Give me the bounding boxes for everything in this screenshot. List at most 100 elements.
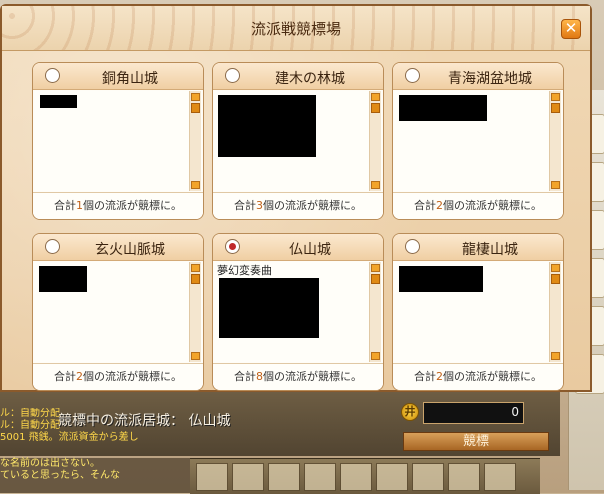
scroll-thumb[interactable] — [371, 274, 380, 284]
castle-name: 仏山城 — [289, 242, 331, 258]
bid-count-text: 合計3個の流派が競標に。 — [213, 192, 383, 219]
chat-line: ていると思ったら、そんな — [0, 470, 120, 481]
coin-icon: 井 — [401, 403, 419, 421]
scroll-down-button[interactable] — [191, 352, 200, 360]
castle-card[interactable]: 龍棲山城 合計2個の流派が競標に。 — [392, 233, 564, 391]
redacted-guild — [218, 95, 316, 157]
castle-card-header[interactable]: 銅角山城 — [33, 63, 203, 90]
castle-card-header[interactable]: 玄火山脈城 — [33, 234, 203, 261]
castle-radio[interactable] — [405, 239, 420, 254]
bid-count-text: 合計8個の流派が競標に。 — [213, 363, 383, 390]
hotbar-slot[interactable] — [340, 463, 372, 491]
scrollbar[interactable] — [189, 91, 201, 191]
castle-card[interactable]: 玄火山脈城 合計2個の流派が競標に。 — [32, 233, 204, 391]
scroll-thumb[interactable] — [551, 274, 560, 284]
redacted-guild — [39, 266, 87, 292]
close-button[interactable]: ✕ — [561, 19, 581, 39]
title-bar[interactable]: 流派戦競標場 ✕ — [2, 6, 590, 51]
guild-list — [395, 91, 549, 191]
hotbar-slot[interactable] — [232, 463, 264, 491]
scroll-down-button[interactable] — [371, 352, 380, 360]
scroll-thumb[interactable] — [191, 274, 200, 284]
footer-prefix: 合計 — [54, 199, 76, 212]
footer-suffix: 個の流派が競標に。 — [263, 370, 362, 383]
footer-suffix: 個の流派が競標に。 — [83, 199, 182, 212]
footer-suffix: 個の流派が競標に。 — [263, 199, 362, 212]
hotbar-slot[interactable] — [484, 463, 516, 491]
chat-line: な名前のは出さない。 — [0, 458, 100, 469]
scrollbar[interactable] — [549, 262, 561, 362]
hotbar-slot[interactable] — [376, 463, 408, 491]
castle-card-header[interactable]: 青海湖盆地城 — [393, 63, 563, 90]
bid-button[interactable]: 競標 — [403, 432, 549, 451]
castle-card-header[interactable]: 龍棲山城 — [393, 234, 563, 261]
chat-line: ル：自動分配 — [0, 420, 60, 431]
hotbar-slot[interactable] — [196, 463, 228, 491]
bid-count: 2 — [76, 370, 83, 383]
chat-log: ル：自動分配 ル：自動分配 5001 飛銭。流派資金から差し な名前のは出さない… — [0, 408, 185, 493]
castle-radio[interactable] — [405, 68, 420, 83]
castle-name: 建木の林城 — [275, 71, 345, 87]
bid-count-text: 合計2個の流派が競標に。 — [33, 363, 203, 390]
hotbar-slot[interactable] — [268, 463, 300, 491]
scrollbar[interactable] — [189, 262, 201, 362]
footer-suffix: 個の流派が競標に。 — [83, 370, 182, 383]
scroll-up-button[interactable] — [371, 93, 380, 101]
scroll-down-button[interactable] — [191, 181, 200, 189]
castle-card[interactable]: 銅角山城 合計1個の流派が競標に。 — [32, 62, 204, 220]
guild-list: 夢幻変奏曲 — [215, 262, 369, 362]
castle-name: 玄火山脈城 — [95, 242, 165, 258]
guild-list — [35, 262, 189, 362]
scrollbar[interactable] — [369, 262, 381, 362]
castle-radio[interactable] — [45, 68, 60, 83]
bid-count-text: 合計2個の流派が競標に。 — [393, 192, 563, 219]
redacted-guild — [399, 95, 487, 121]
castle-radio-selected[interactable] — [225, 239, 240, 254]
hotbar-slot[interactable] — [412, 463, 444, 491]
footer-prefix: 合計 — [234, 199, 256, 212]
scroll-up-button[interactable] — [551, 264, 560, 272]
scroll-thumb[interactable] — [371, 103, 380, 113]
castle-card-header[interactable]: 建木の林城 — [213, 63, 383, 90]
castle-card[interactable]: 青海湖盆地城 合計2個の流派が競標に。 — [392, 62, 564, 220]
bid-count-text: 合計2個の流派が競標に。 — [393, 363, 563, 390]
scroll-down-button[interactable] — [551, 352, 560, 360]
castle-radio[interactable] — [45, 239, 60, 254]
guild-list — [35, 91, 189, 191]
scroll-thumb[interactable] — [551, 103, 560, 113]
scrollbar[interactable] — [369, 91, 381, 191]
redacted-guild — [219, 278, 319, 338]
scroll-thumb[interactable] — [191, 103, 200, 113]
footer-prefix: 合計 — [54, 370, 76, 383]
chat-line: ル：自動分配 — [0, 408, 60, 419]
redacted-guild — [399, 266, 483, 292]
footer-suffix: 個の流派が競標に。 — [443, 370, 542, 383]
redacted-guild — [40, 95, 77, 108]
scrollbar[interactable] — [549, 91, 561, 191]
scroll-down-button[interactable] — [371, 181, 380, 189]
guild-bid-window: 流派戦競標場 ✕ 銅角山城 合計1個の流派が競標に。 建木の林城 合計3個の流派… — [0, 4, 592, 392]
bid-amount-input[interactable]: 0 — [423, 402, 524, 424]
bid-count: 2 — [436, 199, 443, 212]
bid-count: 2 — [436, 370, 443, 383]
bid-count: 3 — [256, 199, 263, 212]
bid-count-text: 合計1個の流派が競標に。 — [33, 192, 203, 219]
scroll-up-button[interactable] — [191, 264, 200, 272]
chat-line: 5001 飛銭。流派資金から差し — [0, 432, 139, 443]
castle-name: 青海湖盆地城 — [448, 71, 532, 87]
scroll-up-button[interactable] — [551, 93, 560, 101]
castle-card-header[interactable]: 仏山城 — [213, 234, 383, 261]
competing-castle-name: 仏山城 — [188, 413, 231, 429]
hotbar-slot[interactable] — [304, 463, 336, 491]
skill-hotbar — [190, 458, 540, 494]
castle-radio[interactable] — [225, 68, 240, 83]
scroll-up-button[interactable] — [191, 93, 200, 101]
castle-card[interactable]: 建木の林城 合計3個の流派が競標に。 — [212, 62, 384, 220]
scroll-up-button[interactable] — [371, 264, 380, 272]
scroll-down-button[interactable] — [551, 181, 560, 189]
hotbar-slot[interactable] — [448, 463, 480, 491]
guild-list — [395, 262, 549, 362]
guild-list — [215, 91, 369, 191]
castle-name: 龍棲山城 — [462, 242, 518, 258]
castle-card[interactable]: 仏山城 夢幻変奏曲 合計8個の流派が競標に。 — [212, 233, 384, 391]
